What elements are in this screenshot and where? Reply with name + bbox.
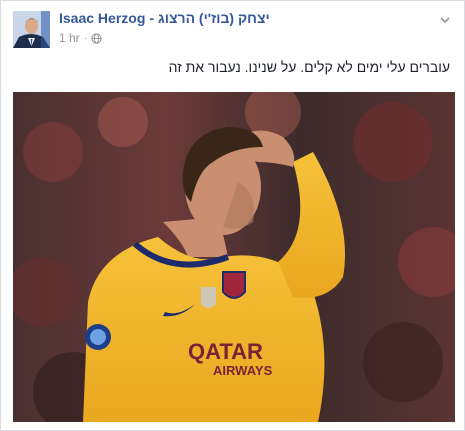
- photo-image: QATAR AIRWAYS: [13, 92, 455, 422]
- author-name[interactable]: Isaac Herzog - יצחק (בוז'י) הרצוג: [59, 10, 270, 26]
- globe-icon[interactable]: [91, 32, 102, 44]
- jersey-sponsor-line1: QATAR: [188, 339, 263, 364]
- jersey-sponsor-line2: AIRWAYS: [213, 363, 273, 378]
- post-timestamp[interactable]: 1 hr: [59, 31, 80, 45]
- author-avatar[interactable]: [13, 11, 50, 48]
- author-name-separator: -: [149, 10, 155, 26]
- meta-separator: ·: [83, 32, 88, 44]
- author-name-hebrew[interactable]: יצחק (בוז'י) הרצוג: [158, 10, 270, 26]
- post-meta: 1 hr ·: [59, 31, 102, 45]
- post-text: עוברים עלי ימים לא קלים. על שנינו. נעבור…: [168, 59, 450, 75]
- post-photo[interactable]: QATAR AIRWAYS: [13, 92, 455, 422]
- avatar-image: [13, 11, 50, 48]
- chevron-down-icon[interactable]: [438, 13, 452, 27]
- post-card: Isaac Herzog - יצחק (בוז'י) הרצוג 1 hr · ע…: [0, 0, 465, 431]
- author-name-english[interactable]: Isaac Herzog: [59, 10, 145, 26]
